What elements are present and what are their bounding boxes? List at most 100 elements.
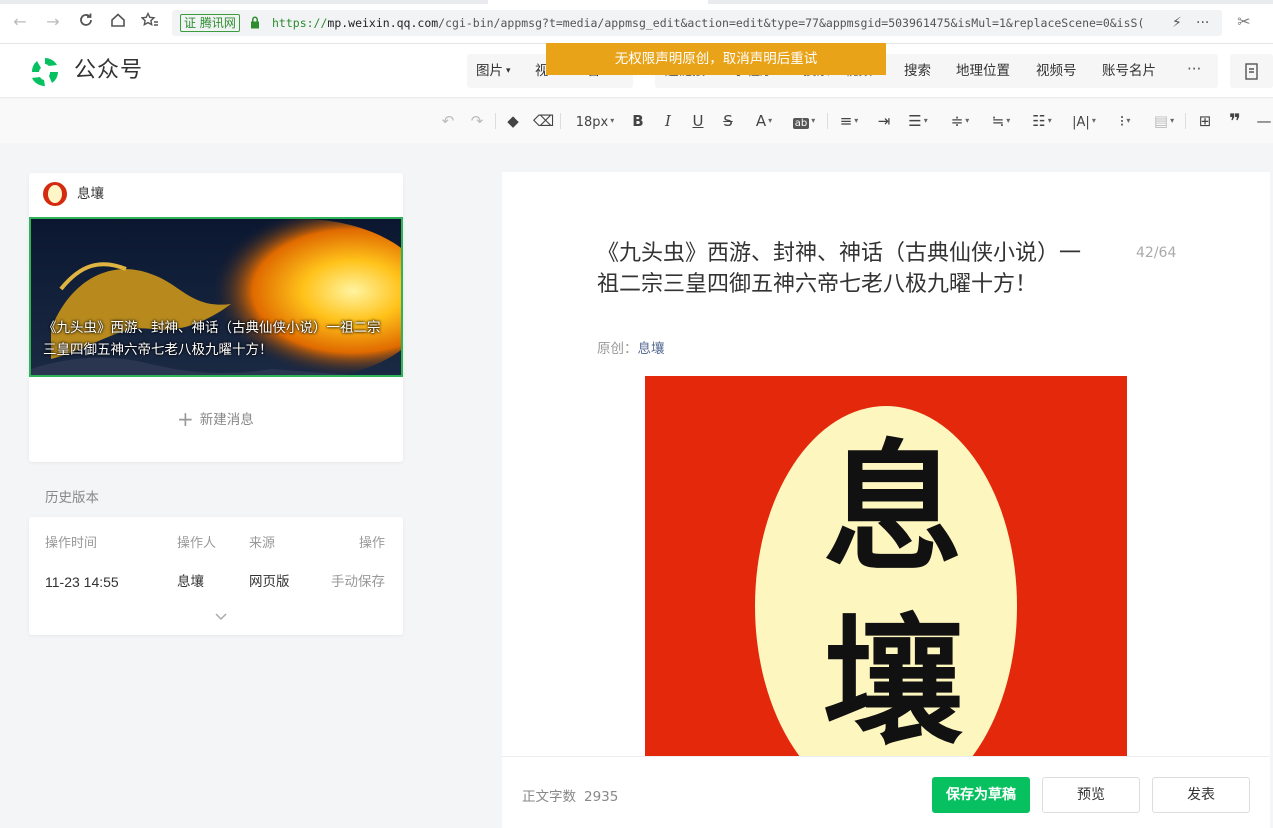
content-image[interactable]: 息 壤 bbox=[645, 376, 1127, 756]
word-count: 正文字数 2935 bbox=[522, 788, 618, 806]
chevron-down-icon: ▾ bbox=[923, 116, 928, 125]
url-scheme: https:// bbox=[272, 16, 328, 30]
toolbar-divider bbox=[827, 113, 828, 129]
favorites-icon[interactable] bbox=[140, 11, 160, 32]
chevron-down-icon: ▾ bbox=[811, 116, 816, 125]
history-col-time: 操作时间 bbox=[45, 536, 98, 551]
save-draft-button[interactable]: 保存为草稿 bbox=[932, 777, 1030, 813]
list-icon[interactable]: ⁝ ▾ bbox=[1111, 111, 1139, 131]
line-height-icon[interactable]: ☷ ▾ bbox=[1028, 111, 1056, 131]
address-bar[interactable]: 证 腾讯网 https://mp.weixin.qq.com/cgi-bin/a… bbox=[172, 10, 1222, 36]
format-painter-icon[interactable]: ◆ bbox=[503, 111, 523, 131]
insert-location-button[interactable]: 地理位置 bbox=[956, 62, 1010, 80]
more-icon[interactable]: ··· bbox=[1187, 60, 1201, 78]
article-title-input[interactable]: 《九头虫》西游、封神、神话（古典仙侠小说）一祖二宗三皇四御五神六帝七老八极九曜十… bbox=[597, 238, 1087, 300]
float-icon[interactable]: ▤ ▾ bbox=[1150, 111, 1178, 131]
letter-spacing-icon[interactable]: |A| ▾ bbox=[1069, 111, 1099, 131]
history-row-time: 11-23 14:55 bbox=[45, 574, 119, 590]
toolbar-divider bbox=[1185, 113, 1186, 129]
lock-icon bbox=[251, 16, 259, 29]
history-restore-link[interactable]: 手动保存 bbox=[331, 573, 385, 591]
chevron-down-icon: ▾ bbox=[1006, 116, 1011, 125]
bottom-action-bar: 正文字数 2935 保存为草稿 预览 发表 bbox=[502, 756, 1270, 828]
insert-channels-button[interactable]: 视频号 bbox=[1036, 62, 1077, 80]
url-path: /cgi-bin/appmsg?t=media/appmsg_edit&acti… bbox=[438, 16, 1145, 30]
publish-button[interactable]: 发表 bbox=[1152, 777, 1250, 813]
bold-icon[interactable]: B bbox=[628, 111, 648, 131]
app-header: 公众号 图片▾ 视 音 超链接 小程序 投票 视频 搜索 地理位置 视频号 账号… bbox=[0, 43, 1273, 98]
article-byline: 原创：息壤 bbox=[597, 340, 665, 358]
font-color-icon[interactable]: A ▾ bbox=[750, 111, 778, 131]
account-name: 息壤 bbox=[77, 186, 104, 202]
align-icon[interactable]: ≡ ▾ bbox=[835, 111, 863, 131]
font-size-select[interactable]: 18px ▾ bbox=[571, 111, 619, 131]
chevron-down-icon: ▾ bbox=[610, 116, 615, 125]
document-icon bbox=[1245, 63, 1258, 80]
preview-button[interactable]: 预览 bbox=[1042, 777, 1140, 813]
redo-icon[interactable]: ↷ bbox=[467, 111, 487, 131]
history-col-source: 来源 bbox=[249, 536, 276, 551]
back-icon[interactable]: ← bbox=[10, 12, 30, 32]
certificate-badge[interactable]: 证 腾讯网 bbox=[180, 14, 240, 32]
original-warning-banner: 无权限声明原创，取消声明后重试 bbox=[546, 43, 886, 75]
insert-account-card-button[interactable]: 账号名片 bbox=[1102, 62, 1156, 80]
quote-icon[interactable]: ❞ bbox=[1225, 111, 1245, 131]
author-name-input[interactable]: 息壤 bbox=[638, 341, 665, 357]
tab-strip bbox=[0, 0, 1273, 4]
scissors-icon[interactable]: ✂ bbox=[1234, 12, 1254, 32]
new-message-label: 新建消息 bbox=[199, 412, 254, 428]
table-icon[interactable]: ⊞ bbox=[1195, 111, 1215, 131]
chevron-down-icon: ▾ bbox=[1047, 116, 1052, 125]
editor-area: 《九头虫》西游、封神、神话（古典仙侠小说）一祖二宗三皇四御五神六帝七老八极九曜十… bbox=[502, 172, 1270, 828]
strikethrough-icon[interactable]: S bbox=[718, 111, 738, 131]
history-row-source: 网页版 bbox=[249, 574, 290, 590]
paragraph-spacing-icon[interactable]: ☰ ▾ bbox=[904, 111, 932, 131]
url-text[interactable]: https://mp.weixin.qq.com/cgi-bin/appmsg?… bbox=[272, 14, 1152, 32]
chevron-down-icon: ▾ bbox=[854, 116, 859, 125]
italic-icon[interactable]: I bbox=[658, 111, 678, 131]
insert-search-button[interactable]: 搜索 bbox=[904, 62, 931, 80]
forward-icon[interactable]: → bbox=[43, 12, 63, 32]
active-tab[interactable] bbox=[488, 0, 708, 4]
home-icon[interactable] bbox=[108, 12, 128, 32]
clear-format-icon[interactable]: ⌫ bbox=[533, 111, 554, 131]
line-spacing-before-icon[interactable]: ≑ ▾ bbox=[946, 111, 974, 131]
more-dots-icon[interactable]: ··· bbox=[1196, 14, 1209, 32]
reload-icon[interactable] bbox=[76, 12, 96, 32]
background-color-icon[interactable]: ab ▾ bbox=[789, 111, 819, 131]
line-spacing-after-icon[interactable]: ≒ ▾ bbox=[987, 111, 1015, 131]
logo-text[interactable]: 公众号 bbox=[74, 57, 143, 85]
insert-image-label: 图片 bbox=[476, 63, 503, 79]
history-card: 操作时间 操作人 来源 操作 11-23 14:55 息壤 网页版 手动保存 bbox=[29, 517, 403, 635]
toolbar-divider bbox=[495, 113, 496, 129]
history-heading: 历史版本 bbox=[45, 490, 99, 506]
new-message-button[interactable]: + 新建消息 bbox=[177, 409, 254, 430]
side-panel-button[interactable] bbox=[1230, 54, 1273, 88]
word-count-value: 2935 bbox=[584, 789, 619, 805]
format-toolbar: ↶ ↷ ◆ ⌫ 18px ▾ B I U S A ▾ ab ▾ ≡ ▾ ⇥ ☰ ▾ ≑ ▾ … bbox=[0, 99, 1273, 143]
title-char-counter: 42/64 bbox=[1136, 245, 1177, 261]
image-glyph-rang: 壤 bbox=[823, 601, 964, 756]
chevron-down-icon: ▾ bbox=[1126, 116, 1131, 125]
article-list-card: 息壤 《九头虫》西游、封神、神话（古典仙侠小说）一祖二宗三皇四御五神六帝七老八极… bbox=[29, 173, 403, 462]
lightning-icon[interactable]: ⚡ bbox=[1172, 14, 1182, 32]
insert-image-button[interactable]: 图片 ▾ bbox=[476, 62, 511, 80]
font-size-value: 18px bbox=[575, 115, 609, 130]
history-col-operator: 操作人 bbox=[177, 536, 217, 551]
undo-icon[interactable]: ↶ bbox=[438, 111, 458, 131]
divider-line-icon[interactable]: — bbox=[1255, 111, 1273, 131]
indent-icon[interactable]: ⇥ bbox=[874, 111, 894, 131]
image-glyph-xi: 息 bbox=[823, 427, 964, 591]
article-cover-item[interactable]: 《九头虫》西游、封神、神话（古典仙侠小说）一祖二宗三皇四御五神六帝七老八极九曜十… bbox=[29, 217, 403, 377]
byline-prefix: 原创： bbox=[597, 341, 638, 357]
chevron-down-icon: ▾ bbox=[506, 66, 511, 76]
chevron-down-icon: ▾ bbox=[1091, 116, 1096, 125]
highlight-swatch: ab bbox=[792, 118, 810, 129]
underline-icon[interactable]: U bbox=[688, 111, 708, 131]
url-host: mp.weixin.qq.com bbox=[327, 16, 439, 30]
chevron-down-icon: ▾ bbox=[768, 116, 773, 125]
history-col-action: 操作 bbox=[359, 536, 386, 551]
expand-chevron-icon[interactable] bbox=[214, 609, 228, 623]
wechat-mp-logo-icon[interactable] bbox=[28, 55, 62, 89]
history-row-operator: 息壤 bbox=[177, 574, 204, 590]
